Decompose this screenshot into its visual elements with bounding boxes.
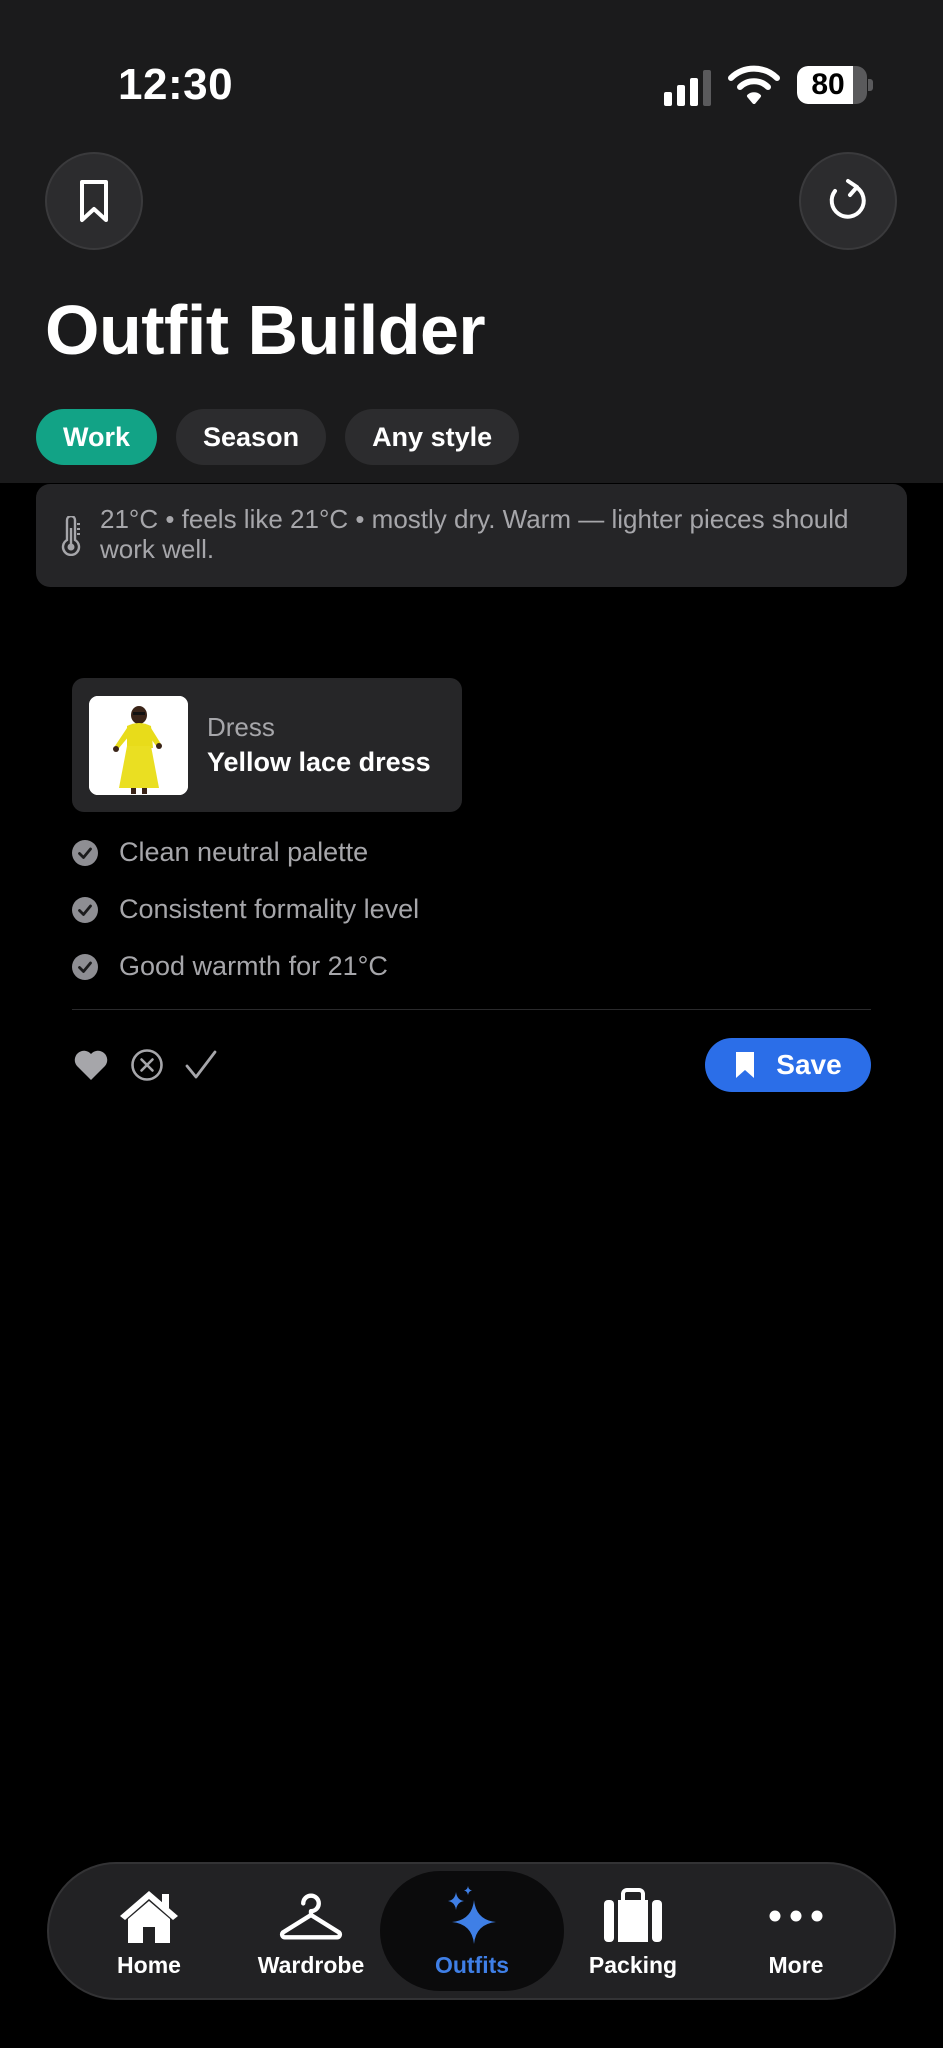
filter-chip-style[interactable]: Any style: [345, 409, 520, 465]
tab-more-label: More: [768, 1952, 824, 1978]
checkmark-circle-icon: [72, 897, 98, 923]
item-thumbnail: [89, 696, 188, 795]
save-outfit-button[interactable]: Save: [705, 1038, 871, 1092]
house-icon: [120, 1891, 178, 1943]
saved-outfits-button[interactable]: [45, 152, 143, 250]
page-title: Outfit Builder: [45, 291, 486, 369]
heart-icon: [74, 1050, 108, 1080]
filter-chip-season[interactable]: Season: [176, 409, 327, 465]
yellow-dress-photo: [89, 696, 188, 795]
checkmark-circle-icon: [72, 954, 98, 980]
bookmark-icon: [736, 1052, 755, 1078]
dismiss-button[interactable]: [128, 1046, 166, 1084]
reason-text: Good warmth for 21°C: [119, 951, 388, 981]
wifi-icon: [728, 65, 780, 104]
reason-text: Consistent formality level: [119, 894, 420, 924]
tab-home[interactable]: Home: [69, 1864, 229, 1998]
outfit-item-card[interactable]: Dress Yellow lace dress: [72, 678, 462, 812]
thermometer-icon: [61, 516, 81, 556]
checkmark-icon: [185, 1050, 217, 1079]
tab-outfits-label: Outfits: [434, 1952, 510, 1978]
tab-packing[interactable]: Packing: [553, 1864, 713, 1998]
checkmark-circle-icon: [72, 840, 98, 866]
save-label: Save: [776, 1049, 842, 1080]
weather-summary: 21°C • feels like 21°C • mostly dry. War…: [100, 504, 849, 564]
hanger-icon: [279, 1893, 343, 1940]
suitcase-icon: [604, 1888, 662, 1942]
status-time: 12:30: [118, 60, 234, 109]
tab-home-label: Home: [117, 1952, 181, 1978]
divider: [72, 1009, 871, 1010]
like-button[interactable]: [72, 1046, 110, 1084]
battery-percent: 80: [811, 68, 845, 101]
refresh-button[interactable]: [799, 152, 897, 250]
filter-chips: Work Season Any style: [36, 409, 520, 465]
x-circle-icon: [131, 1049, 163, 1081]
weather-banner: 21°C • feels like 21°C • mostly dry. War…: [36, 484, 907, 587]
status-bar: 12:30 80: [0, 0, 943, 150]
item-category: Dress: [207, 712, 275, 742]
battery-indicator: 80: [797, 66, 873, 104]
tab-wardrobe-label: Wardrobe: [257, 1952, 365, 1978]
tab-packing-label: Packing: [588, 1952, 678, 1978]
filter-chip-occasion[interactable]: Work: [36, 409, 158, 465]
tab-more[interactable]: More: [716, 1864, 876, 1998]
wore-it-button[interactable]: [182, 1046, 220, 1084]
reason-text: Clean neutral palette: [119, 837, 369, 867]
tab-bar: Home Wardrobe Outfits Packing More: [47, 1862, 896, 2000]
cellular-signal-icon: [664, 70, 711, 106]
tab-wardrobe[interactable]: Wardrobe: [231, 1864, 391, 1998]
item-name: Yellow lace dress: [207, 747, 431, 777]
sparkles-icon: [448, 1886, 496, 1944]
ellipsis-icon: [769, 1910, 823, 1922]
tab-outfits[interactable]: Outfits: [380, 1864, 564, 1998]
bookmark-icon: [80, 180, 108, 222]
refresh-icon: [829, 179, 866, 219]
